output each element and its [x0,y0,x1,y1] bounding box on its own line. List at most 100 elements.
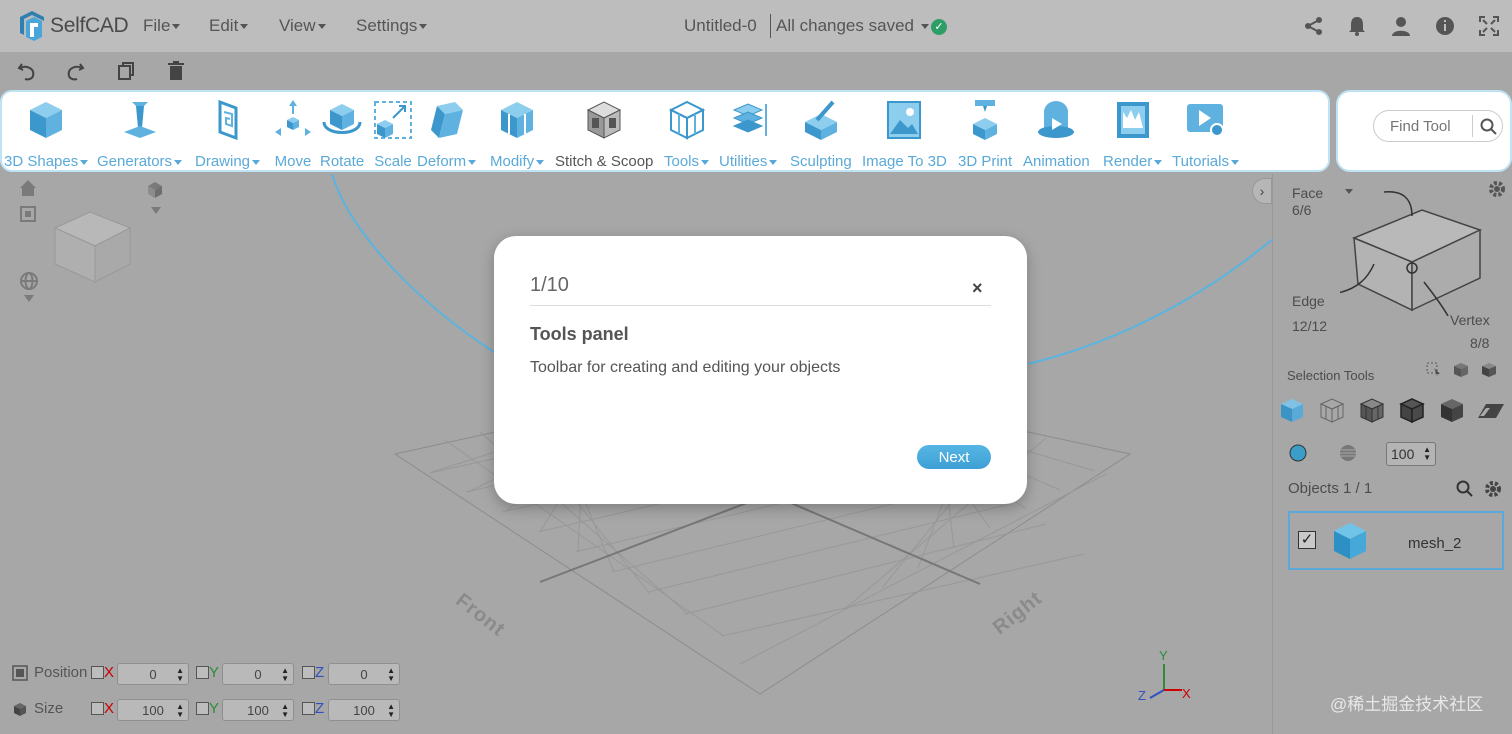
view-mode-icon[interactable] [144,178,166,200]
share-icon[interactable] [1303,15,1325,37]
tool-tutorials[interactable]: Tutorials [1172,98,1239,170]
focus-view-icon[interactable] [18,204,38,224]
menu-file[interactable]: File [143,16,181,36]
tool-3d-print[interactable]: 3D Print [958,98,1012,170]
brush-size-stepper[interactable]: 100 ▲ ▼ [1386,442,1436,466]
menu-view[interactable]: View [279,16,326,36]
size-x-lock-checkbox[interactable] [91,702,104,715]
redo-icon[interactable] [64,60,86,82]
next-button[interactable]: Next [917,445,991,469]
bell-icon[interactable] [1346,15,1368,37]
tour-dialog: 1/10 × Tools panel Toolbar for creating … [494,236,1027,504]
select-edge-cube-icon[interactable] [1398,396,1426,424]
stepper-arrows-icon[interactable]: ▲ ▼ [281,667,289,683]
stepper-arrows-icon[interactable]: ▲ ▼ [1423,446,1431,462]
search-icon[interactable] [1480,118,1498,136]
axis-x-label: X [104,700,115,717]
rotate-icon [322,104,362,134]
objects-header: Objects 1 / 1 [1288,480,1373,497]
tool-render[interactable]: Render [1103,98,1163,170]
tool-label: Sculpting [790,153,852,170]
copy-icon[interactable] [115,60,137,82]
modify-icon [501,102,534,138]
gizmo-z-label: Z [1138,688,1146,703]
menu-view-label: View [279,16,316,35]
select-wire-cube-icon[interactable] [1318,396,1346,424]
material-icon[interactable] [1338,443,1358,463]
tool-stitch-scoop[interactable]: Stitch & Scoop [555,98,653,170]
tool-sculpting[interactable]: Sculpting [790,98,852,170]
fullscreen-icon[interactable] [1478,15,1500,37]
find-tool-search[interactable] [1373,110,1503,142]
tool-image-to-3d[interactable]: Image To 3D [862,98,947,170]
trash-icon[interactable] [165,60,187,82]
position-z-lock-checkbox[interactable] [302,666,315,679]
dialog-divider [530,305,991,306]
tool-deform[interactable]: Deform [417,98,477,170]
stepper-arrows-icon[interactable]: ▲ ▼ [281,703,289,719]
menu-edit[interactable]: Edit [209,16,249,36]
stepper-arrows-icon[interactable]: ▲ ▼ [387,703,395,719]
select-solid-cube-icon[interactable] [1278,396,1306,424]
stepper-arrows-icon[interactable]: ▲ ▼ [387,667,395,683]
caret-down-icon [1230,159,1239,165]
size-z-input[interactable]: 100 ▲ ▼ [328,699,400,721]
caret-down-icon [80,159,89,165]
tool-modify[interactable]: Modify [490,98,545,170]
globe-icon[interactable] [18,270,40,292]
object-list-item[interactable]: ✓ mesh_2 [1288,511,1504,570]
tool-scale[interactable]: Scale [371,98,415,170]
search-icon[interactable] [1456,480,1474,498]
color-swatch-icon[interactable] [1289,444,1307,462]
info-icon[interactable] [1434,15,1456,37]
select-plane-icon[interactable] [1476,400,1506,424]
tool-animation[interactable]: Animation [1023,98,1090,170]
collapse-panel-button[interactable]: › [1252,178,1272,204]
select-vertex-cube-icon[interactable] [1438,396,1466,424]
save-status[interactable]: All changes saved [776,16,929,36]
position-y-lock-checkbox[interactable] [196,666,209,679]
tool-tools[interactable]: Tools [664,98,710,170]
stepper-arrows-icon[interactable]: ▲ ▼ [176,667,184,683]
chevron-down-icon[interactable] [150,206,162,216]
tool-drawing[interactable]: Drawing [195,98,261,170]
select-grid-cube-icon[interactable] [1358,396,1386,424]
size-z-lock-checkbox[interactable] [302,702,315,715]
chevron-down-icon[interactable] [23,294,35,304]
tool-3d-shapes[interactable]: 3D Shapes [4,98,89,170]
size-label: Size [34,700,64,717]
tool-label: 3D Print [958,153,1013,170]
position-z-input[interactable]: 0 ▲ ▼ [328,663,400,685]
tool-utilities[interactable]: Utilities [719,98,778,170]
tool-generators[interactable]: Generators [97,98,183,170]
move-icon [275,100,311,136]
position-x-input[interactable]: 0 ▲ ▼ [117,663,189,685]
position-x-lock-checkbox[interactable] [91,666,104,679]
size-y-lock-checkbox[interactable] [196,702,209,715]
position-y-input[interactable]: 0 ▲ ▼ [222,663,294,685]
select-cursor-icon[interactable] [1426,362,1442,378]
home-view-icon[interactable] [18,178,38,198]
gear-icon[interactable] [1487,179,1507,199]
selection-mode-cube[interactable] [1340,186,1490,316]
select-object-icon[interactable] [1480,361,1498,379]
gear-icon[interactable] [1483,479,1503,499]
tool-move[interactable]: Move [271,98,315,170]
size-y-input[interactable]: 100 ▲ ▼ [222,699,294,721]
gizmo-x-label: X [1182,686,1191,701]
brush-size-value: 100 [1391,446,1415,462]
undo-icon[interactable] [16,60,38,82]
size-x-input[interactable]: 100 ▲ ▼ [117,699,189,721]
select-faces-icon[interactable] [1452,361,1470,379]
object-visibility-checkbox[interactable]: ✓ [1298,531,1316,549]
user-icon[interactable] [1390,15,1412,37]
close-icon[interactable]: × [972,278,983,299]
app-logo[interactable]: SelfCAD [18,11,129,41]
menu-settings[interactable]: Settings [356,16,428,36]
find-tool-input[interactable] [1388,117,1477,136]
document-title[interactable]: Untitled-0 [684,16,757,36]
stepper-arrows-icon[interactable]: ▲ ▼ [176,703,184,719]
vertex-count: 8/8 [1470,335,1490,351]
size-y-value: 100 [247,703,269,718]
tool-rotate[interactable]: Rotate [320,98,364,170]
